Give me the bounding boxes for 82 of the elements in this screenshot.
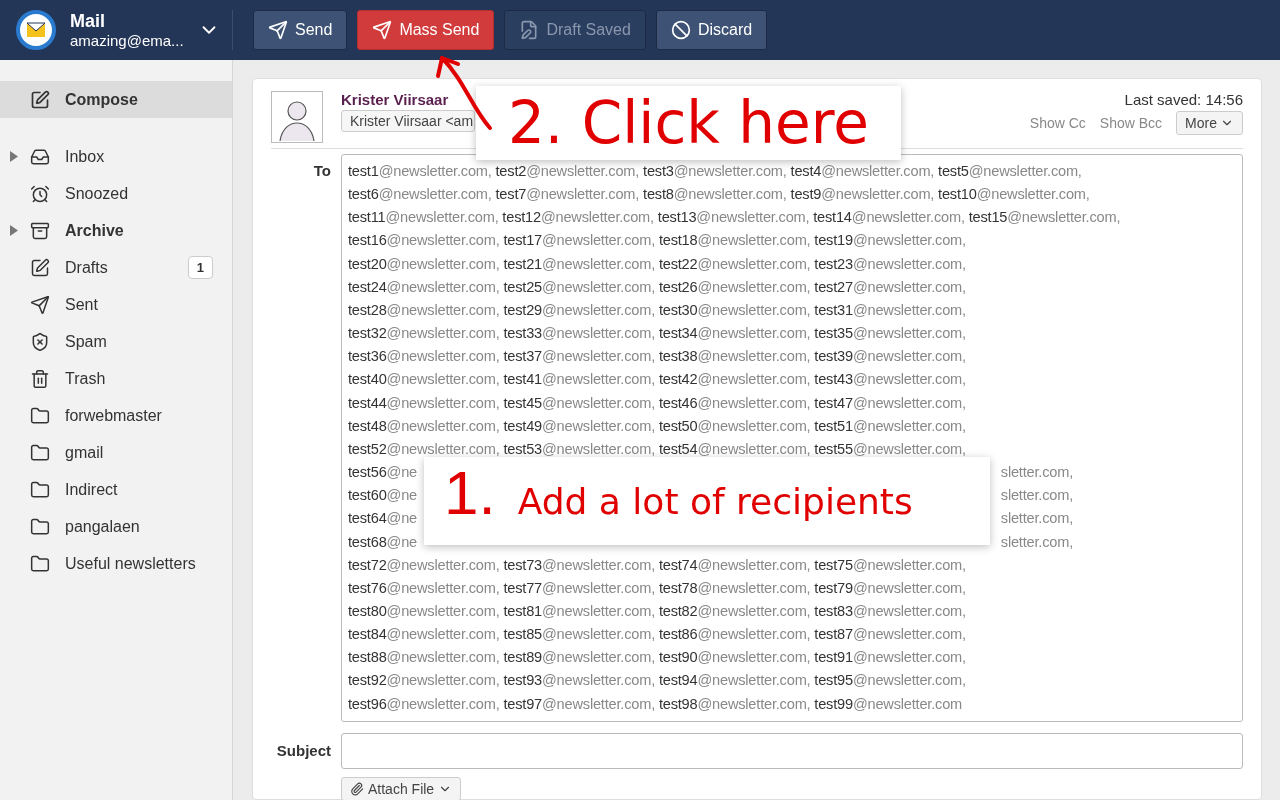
toolbar-button[interactable]: Mass Send <box>357 10 495 50</box>
recipient-line: test72@newsletter.com, test73@newsletter.com, test74@newsletter.com, test75@newsletter.com, <box>348 555 967 575</box>
document-pencil-icon <box>519 20 540 40</box>
recipient-line: test32@newsletter.com, test33@newsletter.com, test34@newsletter.com, test35@newsletter.com, <box>348 324 967 344</box>
mail-logo-icon <box>16 10 56 50</box>
annotation-text: Add a lot of recipients <box>517 481 913 522</box>
avatar-silhouette <box>271 91 323 143</box>
paper-plane-icon <box>268 20 288 40</box>
recipient-line: test56@ne <box>348 463 417 483</box>
sidebar-item[interactable]: Archive <box>0 212 232 249</box>
ban-icon <box>670 20 691 40</box>
expand-triangle-icon[interactable] <box>10 225 18 236</box>
sidebar-item[interactable]: Inbox <box>0 138 232 175</box>
folder-icon <box>30 553 50 574</box>
recipient-line: test6@newsletter.com, test7@newsletter.com, test8@newsletter.com, test9@newsletter.com, test10@newsletter.com, <box>348 185 1091 205</box>
compose-item[interactable]: Compose <box>0 81 232 118</box>
app-title: Mail <box>70 11 106 32</box>
recipients-field[interactable] <box>341 154 1243 722</box>
trash-icon <box>30 368 50 389</box>
paper-plane-icon <box>372 20 393 40</box>
folder-icon <box>30 442 50 463</box>
recipient-line: test88@newsletter.com, test89@newsletter.com, test90@newsletter.com, test91@newsletter.com, <box>348 648 967 668</box>
annotation-text: 2. Click here <box>507 89 870 157</box>
sidebar-item[interactable]: pangalaen <box>0 508 232 545</box>
recipient-line: test11@newsletter.com, test12@newsletter.com, test13@newsletter.com, test14@newsletter.com, test15@newsletter.com, <box>348 208 1122 228</box>
sidebar-item[interactable]: Useful newsletters <box>0 545 232 582</box>
pencil-square-icon <box>30 257 50 278</box>
last-saved-text: Last saved: 14:56 <box>1124 91 1243 108</box>
recipient-line: test24@newsletter.com, test25@newsletter.com, test26@newsletter.com, test27@newsletter.com, <box>348 277 967 297</box>
attach-file-button[interactable]: Attach File <box>341 777 462 800</box>
recipient-line: test64@ne <box>348 509 417 529</box>
recipient-line: test68@ne <box>348 532 417 552</box>
sidebar-item[interactable]: gmail <box>0 434 232 471</box>
folder-icon <box>30 405 50 426</box>
pencil-square-icon <box>30 89 50 110</box>
header-link[interactable]: Show Cc <box>1029 115 1086 131</box>
shield-x-icon <box>30 331 50 352</box>
recipient-line: test28@newsletter.com, test29@newsletter.com, test30@newsletter.com, test31@newsletter.com, <box>348 300 967 320</box>
account-email: amazing@ema... <box>70 31 184 49</box>
count-badge: 1 <box>187 256 213 279</box>
recipient-line: test1@newsletter.com, test2@newsletter.com, test3@newsletter.com, test4@newsletter.com, test5@newsletter.com, <box>348 162 1083 181</box>
recipient-line: test44@newsletter.com, test45@newsletter.com, test46@newsletter.com, test47@newsletter.com, <box>348 393 967 413</box>
folder-icon <box>30 516 50 537</box>
paperclip-icon <box>350 782 364 796</box>
recipient-line: test36@newsletter.com, test37@newsletter.com, test38@newsletter.com, test39@newsletter.com, <box>348 347 967 367</box>
recipient-line: test84@newsletter.com, test85@newsletter.com, test86@newsletter.com, test87@newsletter.com, <box>348 625 967 645</box>
recipient-line: sletter.com, <box>1000 486 1073 506</box>
sidebar-item[interactable]: forwebmaster <box>0 397 232 434</box>
recipient-line: test92@newsletter.com, test93@newsletter.com, test94@newsletter.com, test95@newsletter.com, <box>348 671 967 691</box>
recipient-line: test80@newsletter.com, test81@newsletter.com, test82@newsletter.com, test83@newsletter.com, <box>348 601 967 621</box>
recipient-line: test60@ne <box>348 486 417 506</box>
recipient-line: test40@newsletter.com, test41@newsletter.com, test42@newsletter.com, test43@newsletter.com, <box>348 370 967 390</box>
recipient-line: test16@newsletter.com, test17@newsletter.com, test18@newsletter.com, test19@newsletter.com, <box>348 231 967 251</box>
recipient-line: test48@newsletter.com, test49@newsletter.com, test50@newsletter.com, test51@newsletter.com, <box>348 416 967 436</box>
subject-label: Subject <box>275 741 331 761</box>
recipient-line: test76@newsletter.com, test77@newsletter.com, test78@newsletter.com, test79@newsletter.com, <box>348 578 967 598</box>
alarm-clock-icon <box>30 183 50 204</box>
folder-icon <box>30 479 50 500</box>
to-label: To <box>312 161 331 181</box>
archive-box-icon <box>30 220 50 241</box>
sidebar-item[interactable]: Snoozed <box>0 175 232 212</box>
subject-field[interactable] <box>341 733 1243 769</box>
recipient-line: test52@newsletter.com, test53@newsletter.com, test54@newsletter.com, test55@newsletter.com, <box>348 439 967 459</box>
step-number: 1. <box>444 457 496 528</box>
recipient-line: sletter.com, <box>1000 463 1073 483</box>
sidebar-item[interactable]: Sent <box>0 286 232 323</box>
paper-plane-icon <box>30 294 50 315</box>
sidebar-item[interactable]: Indirect <box>0 471 232 508</box>
recipient-line: sletter.com, <box>1000 509 1073 529</box>
sender-name: Krister Viirsaar <box>341 91 450 108</box>
recipient-line: test20@newsletter.com, test21@newsletter.com, test22@newsletter.com, test23@newsletter.com, <box>348 254 967 274</box>
header-link[interactable]: Show Bcc <box>1099 115 1163 131</box>
sidebar-item[interactable]: Trash <box>0 360 232 397</box>
more-button[interactable]: More <box>1176 111 1243 135</box>
sidebar-item[interactable]: Drafts 1 <box>0 249 232 286</box>
sender-select[interactable]: Krister Viirsaar <am <box>341 110 475 132</box>
expand-triangle-icon[interactable] <box>10 151 18 162</box>
recipient-line: sletter.com, <box>1000 532 1073 552</box>
toolbar-button[interactable]: Send <box>253 10 348 50</box>
recipient-line: test96@newsletter.com, test97@newsletter.com, test98@newsletter.com, test99@newsletter.com <box>348 694 964 714</box>
toolbar-button[interactable]: Discard <box>655 10 768 50</box>
sidebar-item[interactable]: Spam <box>0 323 232 360</box>
